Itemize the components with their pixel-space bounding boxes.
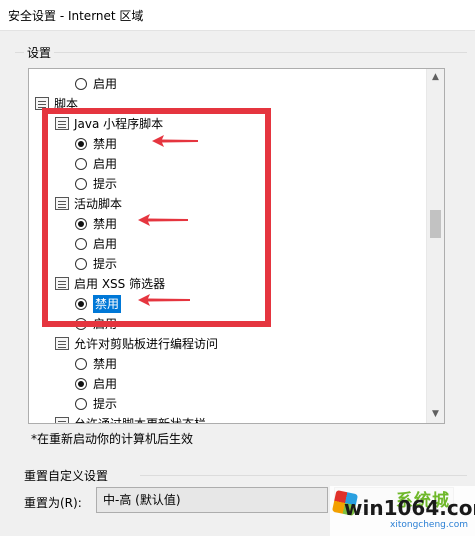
settings-tree-list[interactable]: 启用 脚本 Java 小程序脚本 禁用 启用 提示 活动脚本 禁用 启用 提示 启用 XSS 筛选器… bbox=[28, 68, 445, 424]
list-item-label: 脚本 bbox=[54, 96, 79, 111]
list-item-label: 提示 bbox=[93, 176, 118, 191]
radio-option[interactable]: 提示 bbox=[75, 174, 117, 192]
window-title: 安全设置 - Internet 区域 bbox=[8, 9, 144, 23]
list-item-label: 禁用 bbox=[93, 356, 118, 371]
radio-unchecked-icon[interactable] bbox=[75, 397, 87, 410]
list-item-label: 启用 bbox=[93, 156, 118, 171]
list-item-label: 活动脚本 bbox=[74, 196, 123, 211]
vertical-scrollbar[interactable]: ▲ ▼ bbox=[426, 69, 444, 423]
list-item-label: 启用 bbox=[93, 236, 118, 251]
settings-item: Java 小程序脚本 bbox=[55, 114, 163, 132]
settings-item: 允许对剪贴板进行编程访问 bbox=[55, 334, 218, 352]
radio-unchecked-icon[interactable] bbox=[75, 77, 87, 90]
settings-item: 允许通过脚本更新状态栏 bbox=[55, 414, 207, 424]
list-item-label: 启用 XSS 筛选器 bbox=[74, 276, 166, 291]
title-bar: 安全设置 - Internet 区域 bbox=[0, 0, 475, 31]
radio-unchecked-icon[interactable] bbox=[75, 357, 87, 370]
scroll-thumb[interactable] bbox=[430, 210, 441, 238]
list-item-label: 禁用 bbox=[93, 294, 122, 313]
radio-unchecked-icon[interactable] bbox=[75, 157, 87, 170]
setting-icon bbox=[55, 117, 69, 130]
reset-level-select[interactable]: 中-高 (默认值) bbox=[96, 487, 328, 513]
scroll-down-arrow-icon[interactable]: ▼ bbox=[427, 406, 444, 423]
settings-item: 启用 XSS 筛选器 bbox=[55, 274, 165, 292]
watermark-text: win1064.com bbox=[344, 496, 475, 520]
radio-unchecked-icon[interactable] bbox=[75, 177, 87, 190]
radio-option[interactable]: 禁用 bbox=[75, 214, 117, 232]
radio-option[interactable]: 禁用 bbox=[75, 294, 122, 313]
radio-option[interactable]: 启用 bbox=[75, 154, 117, 172]
list-item-label: 启用 bbox=[93, 316, 118, 331]
radio-checked-icon[interactable] bbox=[75, 297, 87, 310]
radio-option[interactable]: 启用 bbox=[75, 374, 117, 392]
list-item-label: 允许通过脚本更新状态栏 bbox=[74, 416, 207, 424]
radio-unchecked-icon[interactable] bbox=[75, 317, 87, 330]
list-item-label: 启用 bbox=[93, 76, 118, 91]
watermark-domain: xitongcheng.com bbox=[390, 520, 468, 530]
reset-group-border bbox=[140, 475, 467, 476]
radio-option[interactable]: 提示 bbox=[75, 394, 117, 412]
radio-unchecked-icon[interactable] bbox=[75, 257, 87, 270]
list-item-label: Java 小程序脚本 bbox=[74, 116, 164, 131]
radio-option[interactable]: 启用 bbox=[75, 314, 117, 332]
radio-option[interactable]: 禁用 bbox=[75, 134, 117, 152]
reset-group-label: 重置自定义设置 bbox=[24, 469, 109, 483]
radio-option[interactable]: 启用 bbox=[75, 74, 117, 92]
setting-icon bbox=[55, 277, 69, 290]
restart-note: *在重新启动你的计算机后生效 bbox=[31, 432, 194, 446]
radio-checked-icon[interactable] bbox=[75, 217, 87, 230]
list-item-label: 提示 bbox=[93, 396, 118, 411]
list-item-label: 启用 bbox=[93, 376, 118, 391]
radio-unchecked-icon[interactable] bbox=[75, 237, 87, 250]
list-item-label: 允许对剪贴板进行编程访问 bbox=[74, 336, 219, 351]
scroll-up-arrow-icon[interactable]: ▲ bbox=[427, 69, 444, 86]
reset-for-label: 重置为(R): bbox=[24, 496, 82, 510]
list-item-label: 禁用 bbox=[93, 136, 118, 151]
radio-option[interactable]: 禁用 bbox=[75, 354, 117, 372]
script-category-icon bbox=[35, 97, 49, 110]
list-item-label: 禁用 bbox=[93, 216, 118, 231]
settings-group-border bbox=[15, 52, 467, 53]
watermark: 系统城 win1064.com xitongcheng.com bbox=[330, 486, 475, 536]
setting-icon bbox=[55, 337, 69, 350]
radio-checked-icon[interactable] bbox=[75, 137, 87, 150]
settings-category: 脚本 bbox=[35, 94, 78, 112]
settings-item: 活动脚本 bbox=[55, 194, 122, 212]
radio-option[interactable]: 启用 bbox=[75, 234, 117, 252]
radio-checked-icon[interactable] bbox=[75, 377, 87, 390]
setting-icon bbox=[55, 197, 69, 210]
setting-icon bbox=[55, 417, 69, 423]
list-item-label: 提示 bbox=[93, 256, 118, 271]
settings-group-label: 设置 bbox=[24, 44, 55, 61]
radio-option[interactable]: 提示 bbox=[75, 254, 117, 272]
